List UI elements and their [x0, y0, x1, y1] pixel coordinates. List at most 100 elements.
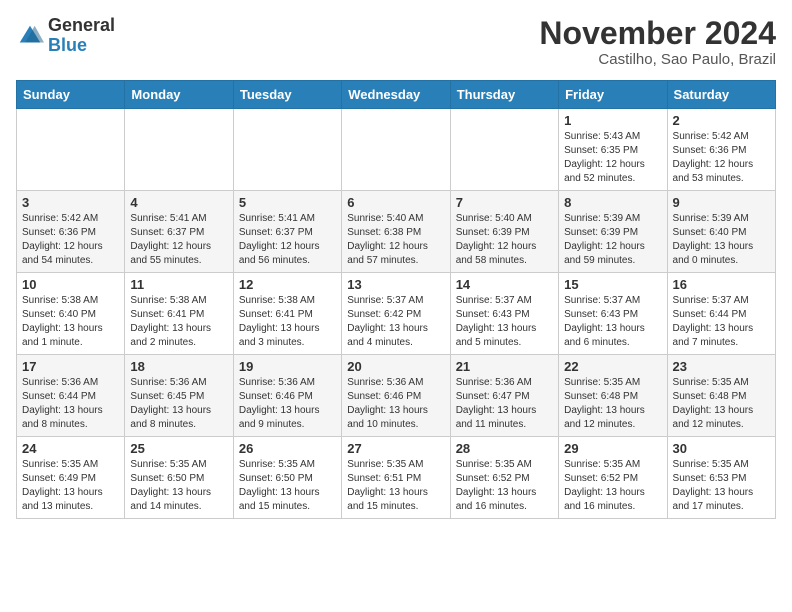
month-title: November 2024: [539, 16, 776, 51]
day-info: Sunrise: 5:41 AMSunset: 6:37 PMDaylight:…: [239, 212, 336, 268]
day-number: 8: [564, 195, 661, 210]
day-number: 2: [673, 113, 770, 128]
day-info: Sunrise: 5:36 AMSunset: 6:45 PMDaylight:…: [130, 376, 227, 432]
calendar-day: 12Sunrise: 5:38 AMSunset: 6:41 PMDayligh…: [233, 273, 341, 355]
day-number: 15: [564, 277, 661, 292]
day-info: Sunrise: 5:35 AMSunset: 6:52 PMDaylight:…: [456, 458, 553, 514]
day-number: 26: [239, 441, 336, 456]
calendar-day: 22Sunrise: 5:35 AMSunset: 6:48 PMDayligh…: [559, 355, 667, 437]
calendar-day: [125, 109, 233, 191]
day-info: Sunrise: 5:36 AMSunset: 6:46 PMDaylight:…: [347, 376, 444, 432]
day-info: Sunrise: 5:37 AMSunset: 6:43 PMDaylight:…: [456, 294, 553, 350]
calendar-day: 20 Sunrise: 5:36 AMSunset: 6:46 PMDayligh…: [342, 355, 450, 437]
logo-icon: [16, 22, 44, 50]
day-info: Sunrise: 5:37 AMSunset: 6:42 PMDaylight:…: [347, 294, 444, 350]
calendar-day: 26Sunrise: 5:35 AMSunset: 6:50 PMDayligh…: [233, 437, 341, 519]
day-number: 21: [456, 359, 553, 374]
day-number: 22: [564, 359, 661, 374]
calendar-day: 24Sunrise: 5:35 AMSunset: 6:49 PMDayligh…: [17, 437, 125, 519]
calendar-day: 2 Sunrise: 5:42 AMSunset: 6:36 PMDaylight…: [667, 109, 775, 191]
day-info: Sunrise: 5:39 AMSunset: 6:40 PMDaylight:…: [673, 212, 770, 268]
day-number: 10: [22, 277, 119, 292]
day-info: Sunrise: 5:38 AMSunset: 6:41 PMDaylight:…: [130, 294, 227, 350]
day-number: 25: [130, 441, 227, 456]
day-info: Sunrise: 5:35 AMSunset: 6:53 PMDaylight:…: [673, 458, 770, 514]
day-info: Sunrise: 5:35 AMSunset: 6:50 PMDaylight:…: [130, 458, 227, 514]
calendar-day: 8 Sunrise: 5:39 AMSunset: 6:39 PMDaylight…: [559, 191, 667, 273]
day-number: 28: [456, 441, 553, 456]
day-info: Sunrise: 5:40 AMSunset: 6:38 PMDaylight:…: [347, 212, 444, 268]
day-info: Sunrise: 5:35 AMSunset: 6:51 PMDaylight:…: [347, 458, 444, 514]
calendar-week-1: 1 Sunrise: 5:43 AMSunset: 6:35 PMDaylight…: [17, 109, 776, 191]
logo-general: General: [48, 16, 115, 36]
day-info: Sunrise: 5:37 AMSunset: 6:43 PMDaylight:…: [564, 294, 661, 350]
calendar-day: 14 Sunrise: 5:37 AMSunset: 6:43 PMDayligh…: [450, 273, 558, 355]
calendar-day: 11Sunrise: 5:38 AMSunset: 6:41 PMDayligh…: [125, 273, 233, 355]
day-info: Sunrise: 5:35 AMSunset: 6:52 PMDaylight:…: [564, 458, 661, 514]
day-info: Sunrise: 5:35 AMSunset: 6:49 PMDaylight:…: [22, 458, 119, 514]
calendar-day: 28 Sunrise: 5:35 AMSunset: 6:52 PMDayligh…: [450, 437, 558, 519]
day-info: Sunrise: 5:40 AMSunset: 6:39 PMDaylight:…: [456, 212, 553, 268]
day-number: 18: [130, 359, 227, 374]
calendar-day: 29Sunrise: 5:35 AMSunset: 6:52 PMDayligh…: [559, 437, 667, 519]
day-info: Sunrise: 5:36 AMSunset: 6:47 PMDaylight:…: [456, 376, 553, 432]
day-number: 23: [673, 359, 770, 374]
day-number: 20: [347, 359, 444, 374]
day-info: Sunrise: 5:38 AMSunset: 6:41 PMDaylight:…: [239, 294, 336, 350]
calendar-day: 4 Sunrise: 5:41 AMSunset: 6:37 PMDaylight…: [125, 191, 233, 273]
calendar-week-2: 3 Sunrise: 5:42 AMSunset: 6:36 PMDaylight…: [17, 191, 776, 273]
day-number: 5: [239, 195, 336, 210]
day-number: 4: [130, 195, 227, 210]
calendar-week-5: 24Sunrise: 5:35 AMSunset: 6:49 PMDayligh…: [17, 437, 776, 519]
weekday-row: SundayMondayTuesdayWednesdayThursdayFrid…: [17, 81, 776, 109]
location: Castilho, Sao Paulo, Brazil: [539, 51, 776, 68]
weekday-header-wednesday: Wednesday: [342, 81, 450, 109]
logo-text: General Blue: [48, 16, 115, 56]
day-info: Sunrise: 5:41 AMSunset: 6:37 PMDaylight:…: [130, 212, 227, 268]
calendar-body: 1 Sunrise: 5:43 AMSunset: 6:35 PMDaylight…: [17, 109, 776, 519]
calendar-week-3: 10 Sunrise: 5:38 AMSunset: 6:40 PMDayligh…: [17, 273, 776, 355]
calendar-day: 3 Sunrise: 5:42 AMSunset: 6:36 PMDaylight…: [17, 191, 125, 273]
day-info: Sunrise: 5:38 AMSunset: 6:40 PMDaylight:…: [22, 294, 119, 350]
day-info: Sunrise: 5:42 AMSunset: 6:36 PMDaylight:…: [673, 130, 770, 186]
calendar-day: 17 Sunrise: 5:36 AMSunset: 6:44 PMDayligh…: [17, 355, 125, 437]
day-info: Sunrise: 5:43 AMSunset: 6:35 PMDaylight:…: [564, 130, 661, 186]
calendar-day: 25 Sunrise: 5:35 AMSunset: 6:50 PMDayligh…: [125, 437, 233, 519]
day-number: 1: [564, 113, 661, 128]
weekday-header-sunday: Sunday: [17, 81, 125, 109]
day-info: Sunrise: 5:36 AMSunset: 6:44 PMDaylight:…: [22, 376, 119, 432]
calendar-week-4: 17 Sunrise: 5:36 AMSunset: 6:44 PMDayligh…: [17, 355, 776, 437]
weekday-header-friday: Friday: [559, 81, 667, 109]
calendar-day: 27Sunrise: 5:35 AMSunset: 6:51 PMDayligh…: [342, 437, 450, 519]
day-number: 17: [22, 359, 119, 374]
day-number: 19: [239, 359, 336, 374]
day-number: 3: [22, 195, 119, 210]
calendar-day: [342, 109, 450, 191]
calendar-day: 5 Sunrise: 5:41 AMSunset: 6:37 PMDaylight…: [233, 191, 341, 273]
day-info: Sunrise: 5:42 AMSunset: 6:36 PMDaylight:…: [22, 212, 119, 268]
logo-blue: Blue: [48, 36, 115, 56]
calendar-day: 6Sunrise: 5:40 AMSunset: 6:38 PMDaylight…: [342, 191, 450, 273]
weekday-header-tuesday: Tuesday: [233, 81, 341, 109]
day-number: 30: [673, 441, 770, 456]
calendar-day: [17, 109, 125, 191]
calendar-day: 19Sunrise: 5:36 AMSunset: 6:46 PMDayligh…: [233, 355, 341, 437]
weekday-header-saturday: Saturday: [667, 81, 775, 109]
logo: General Blue: [16, 16, 115, 56]
calendar-day: 1 Sunrise: 5:43 AMSunset: 6:35 PMDaylight…: [559, 109, 667, 191]
calendar-day: 18 Sunrise: 5:36 AMSunset: 6:45 PMDayligh…: [125, 355, 233, 437]
day-number: 7: [456, 195, 553, 210]
calendar-table: SundayMondayTuesdayWednesdayThursdayFrid…: [16, 80, 776, 519]
day-number: 16: [673, 277, 770, 292]
calendar-day: 7 Sunrise: 5:40 AMSunset: 6:39 PMDaylight…: [450, 191, 558, 273]
calendar-day: 30 Sunrise: 5:35 AMSunset: 6:53 PMDayligh…: [667, 437, 775, 519]
weekday-header-thursday: Thursday: [450, 81, 558, 109]
calendar-day: 15 Sunrise: 5:37 AMSunset: 6:43 PMDayligh…: [559, 273, 667, 355]
day-info: Sunrise: 5:39 AMSunset: 6:39 PMDaylight:…: [564, 212, 661, 268]
calendar-day: 10 Sunrise: 5:38 AMSunset: 6:40 PMDayligh…: [17, 273, 125, 355]
calendar-day: 16Sunrise: 5:37 AMSunset: 6:44 PMDayligh…: [667, 273, 775, 355]
day-number: 14: [456, 277, 553, 292]
calendar-day: 23Sunrise: 5:35 AMSunset: 6:48 PMDayligh…: [667, 355, 775, 437]
calendar-header: SundayMondayTuesdayWednesdayThursdayFrid…: [17, 81, 776, 109]
calendar-day: 21 Sunrise: 5:36 AMSunset: 6:47 PMDayligh…: [450, 355, 558, 437]
